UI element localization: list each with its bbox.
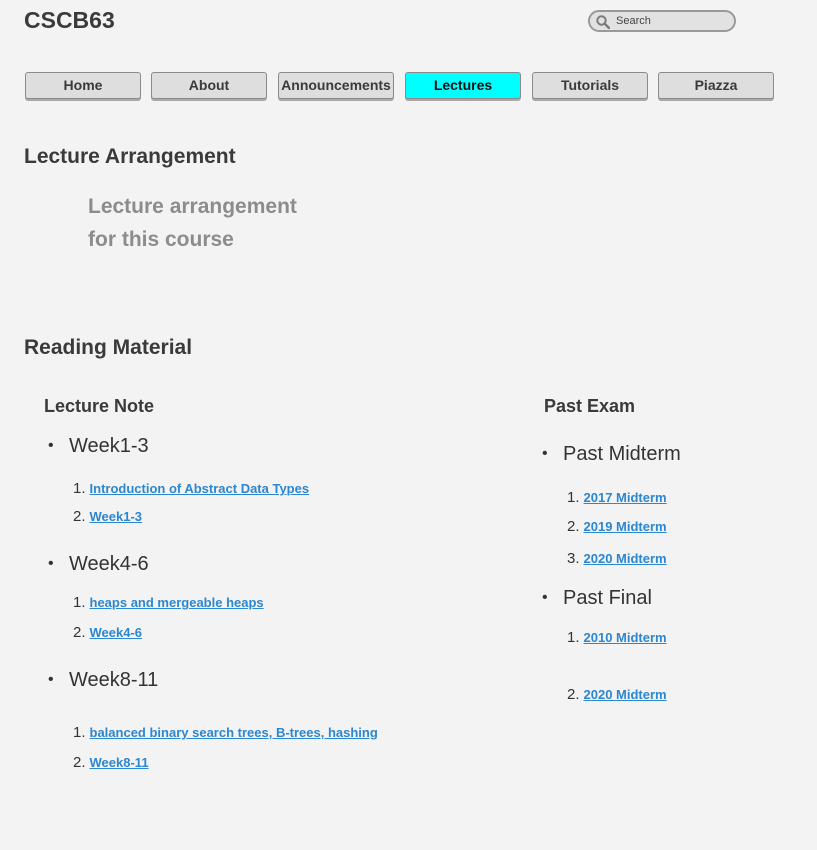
exam-link[interactable]: 2020 Midterm: [584, 551, 667, 566]
lecture-arrangement-heading: Lecture Arrangement: [24, 145, 236, 168]
search-input[interactable]: [616, 13, 728, 29]
exam-link[interactable]: 2010 Midterm: [584, 630, 667, 645]
exam-group-label: Past Final: [563, 587, 652, 609]
list-item: 2. 2019 Midterm: [567, 518, 667, 535]
search-box[interactable]: [588, 10, 736, 32]
lecture-link[interactable]: Introduction of Abstract Data Types: [90, 481, 310, 496]
week-group-3: • Week8-11: [48, 669, 158, 692]
intro-line-2: for this course: [88, 228, 234, 251]
bullet: •: [48, 437, 54, 454]
lecture-note-title: Lecture Note: [44, 396, 155, 416]
bullet: •: [542, 445, 548, 462]
lecture-arrangement-text: Lecture arrangement for this course: [88, 190, 348, 256]
bullet: •: [542, 589, 548, 606]
list-item: 1. heaps and mergeable heaps: [73, 594, 264, 611]
week-label: Week8-11: [69, 669, 159, 691]
item-number: 2.: [73, 624, 86, 641]
nav-announcements-button[interactable]: Announcements: [278, 72, 394, 99]
item-number: 2.: [73, 754, 86, 771]
week-group-1: • Week1-3: [48, 435, 149, 458]
week-label: Week4-6: [69, 553, 149, 575]
list-item: 1. 2010 Midterm: [567, 629, 667, 646]
search-icon: [596, 15, 610, 29]
list-item: 2. Week1-3: [73, 508, 142, 525]
nav-piazza-button[interactable]: Piazza: [658, 72, 774, 99]
exam-link[interactable]: 2019 Midterm: [584, 519, 667, 534]
past-exam-title: Past Exam: [544, 396, 636, 416]
week-group-2: • Week4-6: [48, 553, 149, 576]
lecture-link[interactable]: Week4-6: [90, 625, 143, 640]
lecture-link[interactable]: Week1-3: [90, 509, 143, 524]
nav-home-button[interactable]: Home: [25, 72, 141, 99]
nav-about-button[interactable]: About: [151, 72, 267, 99]
item-number: 1.: [73, 594, 86, 611]
site-title: CSCB63: [24, 7, 115, 33]
bullet: •: [48, 555, 54, 572]
item-number: 3.: [567, 550, 580, 567]
item-number: 1.: [73, 480, 86, 497]
item-number: 1.: [567, 629, 580, 646]
list-item: 2. Week8-11: [73, 754, 149, 771]
exam-group-label: Past Midterm: [563, 443, 681, 465]
list-item: 3. 2020 Midterm: [567, 550, 667, 567]
list-item: 2. Week4-6: [73, 624, 142, 641]
nav-tutorials-button[interactable]: Tutorials: [532, 72, 648, 99]
item-number: 2.: [567, 686, 580, 703]
reading-material-heading: Reading Material: [24, 336, 193, 359]
exam-link[interactable]: 2017 Midterm: [584, 490, 667, 505]
exam-group-midterm: • Past Midterm: [542, 443, 681, 466]
item-number: 2.: [567, 518, 580, 535]
lecture-link[interactable]: Week8-11: [90, 755, 149, 770]
week-label: Week1-3: [69, 435, 149, 457]
bullet: •: [48, 671, 54, 688]
intro-line-1: Lecture arrangement: [88, 195, 297, 218]
lecture-link[interactable]: balanced binary search trees, B-trees, h…: [90, 725, 378, 740]
nav-lectures-button[interactable]: Lectures: [405, 72, 521, 99]
list-item: 1. Introduction of Abstract Data Types: [73, 480, 309, 497]
list-item: 1. balanced binary search trees, B-trees,…: [73, 724, 378, 741]
item-number: 2.: [73, 508, 86, 525]
list-item: 2. 2020 Midterm: [567, 686, 667, 703]
exam-link[interactable]: 2020 Midterm: [584, 687, 667, 702]
lecture-link[interactable]: heaps and mergeable heaps: [90, 595, 264, 610]
item-number: 1.: [567, 489, 580, 506]
exam-group-final: • Past Final: [542, 587, 652, 610]
list-item: 1. 2017 Midterm: [567, 489, 667, 506]
item-number: 1.: [73, 724, 86, 741]
